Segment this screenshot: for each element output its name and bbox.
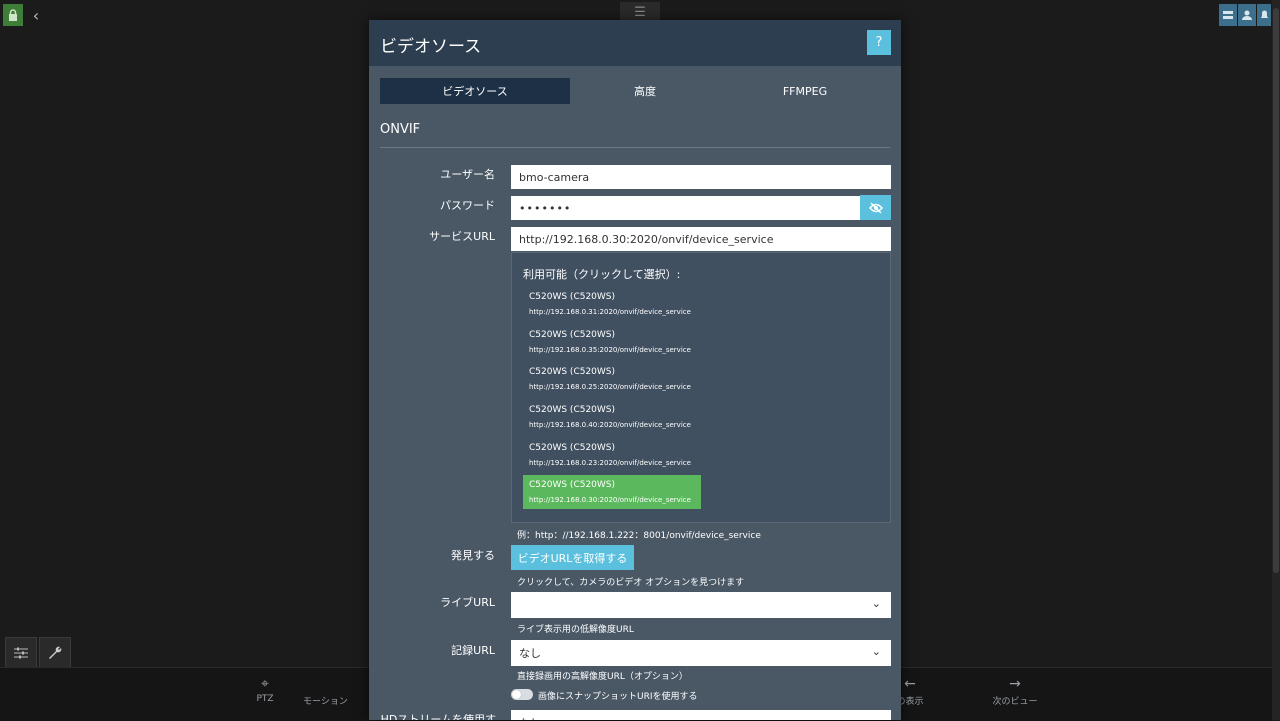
camera-url: http://192.168.0.31:2020/onvif/device_se… — [529, 308, 691, 316]
camera-name: C520WS (C520WS) — [529, 367, 616, 377]
notification-button[interactable] — [1257, 4, 1271, 26]
service-url-input[interactable]: http://192.168.0.30:2020/onvif/device_se… — [511, 227, 891, 251]
motion-button[interactable]: モーション — [303, 676, 365, 707]
camera-name: C520WS (C520WS) — [529, 292, 616, 302]
tab-ffmpeg[interactable]: FFMPEG — [720, 78, 890, 104]
password-input[interactable]: ••••••• — [511, 196, 860, 220]
dialog-header: ビデオソース ? — [369, 20, 901, 66]
camera-list-item[interactable]: C520WS (C520WS) http://192.168.0.35:2020… — [523, 325, 701, 359]
password-label: パスワード — [440, 199, 495, 212]
back-button[interactable]: ‹ — [27, 4, 45, 26]
camera-url: http://192.168.0.25:2020/onvif/device_se… — [529, 383, 691, 391]
wrench-icon — [49, 646, 62, 659]
user-icon — [1242, 10, 1252, 20]
discover-hint: クリックして、カメラのビデオ オプションを見つけます — [517, 578, 745, 588]
camera-name: C520WS (C520WS) — [529, 480, 616, 490]
dialog-title: ビデオソース — [380, 37, 482, 57]
chevron-left-icon: ‹ — [32, 5, 40, 25]
camera-url: http://192.168.0.40:2020/onvif/device_se… — [529, 421, 691, 429]
get-video-urls-button[interactable]: ビデオURLを取得する — [511, 545, 634, 570]
live-url-hint: ライブ表示用の低解像度URL — [517, 625, 634, 635]
camera-list-item[interactable]: C520WS (C520WS) http://192.168.0.25:2020… — [523, 362, 701, 396]
live-url-label: ライブURL — [440, 596, 495, 609]
camera-name: C520WS (C520WS) — [529, 443, 616, 453]
available-heading: 利用可能（クリックして選択）: — [523, 268, 681, 281]
video-source-dialog: ビデオソース ? ビデオソース 高度 FFMPEG ONVIF ユーザー名 bm… — [369, 20, 901, 720]
section-title-onvif: ONVIF — [380, 122, 421, 137]
camera-url: http://192.168.0.35:2020/onvif/device_se… — [529, 346, 691, 354]
next-view-label: 次のビュー — [992, 697, 1038, 707]
snapshot-uri-toggle[interactable] — [511, 689, 533, 700]
chevron-down-icon: ⌄ — [871, 597, 881, 610]
hd-stream-select[interactable]: なし — [511, 710, 891, 720]
username-input[interactable]: bmo-camera — [511, 165, 891, 189]
live-url-select[interactable]: ⌄ — [511, 592, 891, 618]
toggle-knob — [512, 690, 521, 699]
lock-button[interactable] — [3, 4, 23, 26]
help-button[interactable]: ? — [867, 30, 891, 55]
hd-stream-label: HDストリームを使用す — [380, 713, 496, 720]
username-label: ユーザー名 — [440, 168, 495, 181]
sliders-icon — [14, 647, 28, 659]
camera-url: http://192.168.0.30:2020/onvif/device_se… — [529, 496, 691, 504]
next-view-button[interactable]: → 次のビュー — [970, 676, 1060, 707]
camera-list-item-selected[interactable]: C520WS (C520WS) http://192.168.0.30:2020… — [523, 475, 701, 509]
arrow-right-icon: → — [1009, 676, 1021, 692]
tab-video-source[interactable]: ビデオソース — [380, 78, 570, 104]
toggle-password-visibility-button[interactable] — [860, 195, 891, 220]
tab-advanced[interactable]: 高度 — [570, 78, 720, 104]
snapshot-uri-label: 画像にスナップショットURIを使用する — [538, 692, 698, 702]
lock-icon — [9, 9, 17, 21]
record-url-label: 記録URL — [451, 644, 495, 657]
camera-name: C520WS (C520WS) — [529, 330, 616, 340]
user-button[interactable] — [1238, 4, 1256, 26]
camera-list-item[interactable]: C520WS (C520WS) http://192.168.0.31:2020… — [523, 287, 701, 321]
motion-label: モーション — [303, 697, 348, 707]
menu-button[interactable]: ☰ — [620, 2, 660, 22]
hd-stream-value: なし — [519, 715, 541, 720]
chevron-down-icon: ⌄ — [871, 645, 881, 658]
layout-icon — [1223, 11, 1233, 19]
layout-button[interactable] — [1219, 4, 1237, 26]
available-cameras-panel: 利用可能（クリックして選択）: C520WS (C520WS) http://1… — [511, 252, 891, 523]
section-divider — [380, 147, 890, 148]
service-url-example: 例：http：//192.168.1.222：8001/onvif/device… — [517, 531, 761, 541]
bell-icon — [1260, 10, 1268, 18]
hamburger-icon: ☰ — [634, 4, 646, 20]
left-tools — [5, 637, 71, 669]
camera-url: http://192.168.0.23:2020/onvif/device_se… — [529, 459, 691, 467]
discover-label: 発見する — [451, 549, 495, 562]
camera-list-item[interactable]: C520WS (C520WS) http://192.168.0.23:2020… — [523, 438, 701, 472]
wrench-button[interactable] — [39, 637, 71, 669]
record-url-hint: 直接録画用の高解像度URL（オプション） — [517, 672, 688, 682]
ptz-button[interactable]: ⌖ PTZ — [220, 676, 310, 704]
camera-list-item[interactable]: C520WS (C520WS) http://192.168.0.40:2020… — [523, 400, 701, 434]
record-url-select[interactable]: なし ⌄ — [511, 640, 891, 666]
tab-bar: ビデオソース 高度 FFMPEG — [380, 78, 890, 104]
crosshair-icon: ⌖ — [261, 676, 269, 692]
service-url-label: サービスURL — [429, 230, 495, 243]
settings-sliders-button[interactable] — [5, 637, 37, 669]
eye-off-icon — [868, 202, 883, 213]
page-scrollbar-thumb[interactable] — [1273, 8, 1279, 573]
ptz-label: PTZ — [256, 694, 274, 704]
record-url-value: なし — [519, 647, 541, 660]
camera-name: C520WS (C520WS) — [529, 405, 616, 415]
